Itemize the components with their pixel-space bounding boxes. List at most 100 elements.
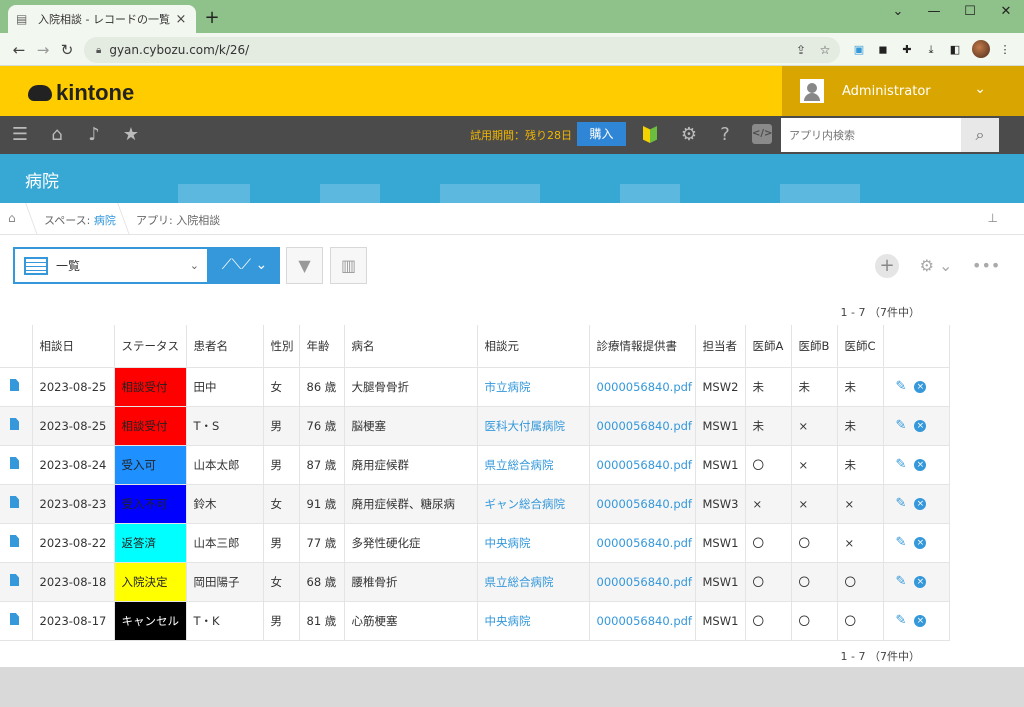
address-bar[interactable]: 🔒︎ gyan.cybozu.com/k/26/: [84, 37, 840, 63]
document-icon[interactable]: [10, 496, 19, 508]
delete-icon[interactable]: ×: [914, 381, 927, 393]
search-icon[interactable]: ⌕: [961, 118, 999, 152]
minimize-button[interactable]: —: [916, 0, 952, 24]
file-link[interactable]: 0000056840.pdf: [589, 406, 696, 446]
document-icon[interactable]: [10, 535, 19, 547]
source-link[interactable]: 中央病院: [477, 601, 590, 641]
source-link[interactable]: 県立総合病院: [477, 562, 590, 602]
new-tab-button[interactable]: +: [202, 8, 222, 28]
back-arrow-icon[interactable]: ←: [8, 39, 30, 61]
view-selector[interactable]: 一覧 ⌄: [13, 247, 209, 284]
user-menu[interactable]: Administrator ⌄: [782, 66, 1024, 116]
header-cell[interactable]: 相談日: [32, 325, 115, 368]
hamburger-menu-icon[interactable]: ☰: [9, 124, 31, 146]
profile-avatar[interactable]: [972, 40, 990, 58]
browser-tab[interactable]: ▤ 入院相談 - レコードの一覧 ×: [8, 5, 196, 33]
reload-icon[interactable]: ↻: [56, 39, 78, 61]
document-icon[interactable]: [10, 418, 19, 430]
app-search-input[interactable]: [781, 118, 961, 152]
star-icon[interactable]: ★: [120, 124, 142, 146]
bookmark-star-icon[interactable]: ☆: [816, 41, 834, 59]
record-detail-cell[interactable]: [0, 367, 33, 407]
edit-pencil-icon[interactable]: ✎: [896, 574, 907, 589]
record-detail-cell[interactable]: [0, 562, 33, 602]
add-record-button[interactable]: +: [875, 254, 899, 278]
edit-pencil-icon[interactable]: ✎: [896, 457, 907, 472]
help-icon[interactable]: ?: [714, 124, 736, 146]
record-detail-cell[interactable]: [0, 601, 33, 641]
header-cell[interactable]: 患者名: [186, 325, 264, 368]
header-cell[interactable]: 年齢: [299, 325, 345, 368]
source-link[interactable]: 県立総合病院: [477, 445, 590, 485]
edit-pencil-icon[interactable]: ✎: [896, 613, 907, 628]
edit-pencil-icon[interactable]: ✎: [896, 418, 907, 433]
record-detail-cell[interactable]: [0, 445, 33, 485]
header-cell[interactable]: 診療情報提供書: [589, 325, 696, 368]
beginner-mark-icon[interactable]: [643, 126, 657, 143]
header-cell[interactable]: 担当者: [695, 325, 746, 368]
maximize-button[interactable]: ☐: [952, 0, 988, 24]
pin-icon[interactable]: ⊥: [988, 211, 998, 225]
home-icon[interactable]: ⌂: [46, 124, 68, 146]
document-icon[interactable]: [10, 574, 19, 586]
edit-pencil-icon[interactable]: ✎: [896, 535, 907, 550]
download-icon[interactable]: ⤓: [922, 41, 940, 59]
table-view-icon: [24, 256, 48, 275]
delete-icon[interactable]: ×: [914, 615, 927, 627]
puzzle-icon[interactable]: ✚: [898, 41, 916, 59]
app-settings-button[interactable]: ⚙ ⌄: [918, 254, 954, 278]
share-icon[interactable]: ⇪: [792, 41, 810, 59]
extension-code-icon[interactable]: ◼: [874, 41, 892, 59]
file-link[interactable]: 0000056840.pdf: [589, 601, 696, 641]
document-icon[interactable]: [10, 613, 19, 625]
code-icon[interactable]: </>: [752, 124, 772, 144]
kintone-logo[interactable]: kintone: [28, 80, 134, 106]
record-detail-cell[interactable]: [0, 406, 33, 446]
breadcrumb-home-icon[interactable]: ⌂: [8, 211, 16, 225]
header-cell[interactable]: 相談元: [477, 325, 590, 368]
forward-arrow-icon[interactable]: →: [32, 39, 54, 61]
close-window-button[interactable]: ✕: [988, 0, 1024, 24]
source-link[interactable]: 中央病院: [477, 523, 590, 563]
header-cell[interactable]: 医師C: [837, 325, 884, 368]
row-actions: ✎ ×: [883, 523, 950, 563]
document-icon[interactable]: [10, 457, 19, 469]
delete-icon[interactable]: ×: [914, 576, 927, 588]
file-link[interactable]: 0000056840.pdf: [589, 484, 696, 524]
filter-button[interactable]: ▼: [286, 247, 323, 284]
staff-cell: MSW1: [695, 523, 746, 563]
file-link[interactable]: 0000056840.pdf: [589, 523, 696, 563]
delete-icon[interactable]: ×: [914, 459, 927, 471]
tab-search-icon[interactable]: ⌄: [880, 0, 916, 24]
menu-dots-icon[interactable]: ⋮: [996, 41, 1014, 59]
document-icon[interactable]: [10, 379, 19, 391]
record-detail-cell[interactable]: [0, 484, 33, 524]
edit-pencil-icon[interactable]: ✎: [896, 379, 907, 394]
delete-icon[interactable]: ×: [914, 537, 927, 549]
more-options-icon[interactable]: •••: [972, 254, 1000, 278]
file-link[interactable]: 0000056840.pdf: [589, 562, 696, 602]
gear-icon[interactable]: ⚙: [678, 124, 700, 146]
header-cell[interactable]: 性別: [263, 325, 300, 368]
tab-close-icon[interactable]: ×: [174, 12, 188, 27]
source-link[interactable]: ギャン総合病院: [477, 484, 590, 524]
header-cell[interactable]: ステータス: [114, 325, 187, 368]
bell-icon[interactable]: ♪: [83, 124, 105, 146]
graph-selector[interactable]: ⟋⟍⟋ ⌄: [209, 247, 280, 284]
edit-pencil-icon[interactable]: ✎: [896, 496, 907, 511]
file-link[interactable]: 0000056840.pdf: [589, 445, 696, 485]
source-link[interactable]: 医科大付属病院: [477, 406, 590, 446]
file-link[interactable]: 0000056840.pdf: [589, 367, 696, 407]
side-panel-icon[interactable]: ◧: [946, 41, 964, 59]
header-cell[interactable]: 病名: [344, 325, 478, 368]
patient-cell: 田中: [186, 367, 264, 407]
delete-icon[interactable]: ×: [914, 498, 927, 510]
graph-button[interactable]: ▥: [330, 247, 367, 284]
header-cell[interactable]: 医師B: [791, 325, 838, 368]
record-detail-cell[interactable]: [0, 523, 33, 563]
header-cell[interactable]: 医師A: [745, 325, 792, 368]
delete-icon[interactable]: ×: [914, 420, 927, 432]
source-link[interactable]: 市立病院: [477, 367, 590, 407]
buy-button[interactable]: 購入: [577, 122, 626, 146]
extension-icon[interactable]: ▣: [850, 41, 868, 59]
